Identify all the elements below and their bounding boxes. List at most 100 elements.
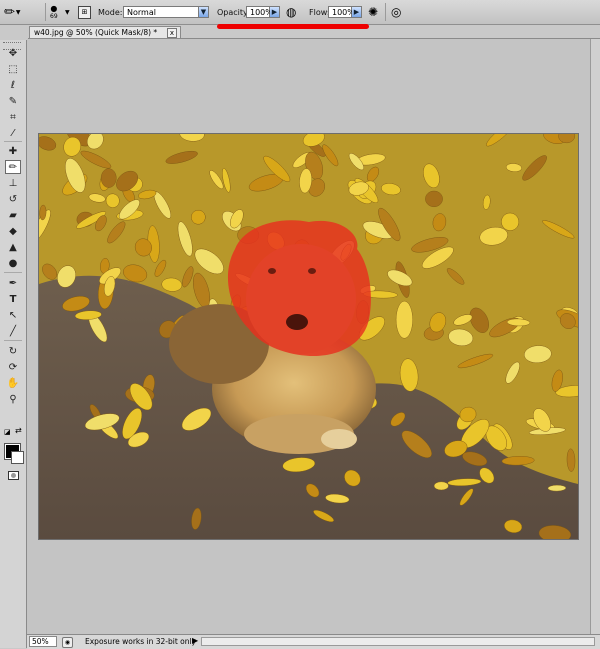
horizontal-scrollbar[interactable] bbox=[201, 637, 595, 646]
document-tab[interactable]: w40.jpg @ 50% (Quick Mask/8) * x bbox=[29, 26, 181, 38]
brush-tip-icon: ● bbox=[50, 3, 58, 13]
eraser-tool-icon: ▰ bbox=[9, 209, 17, 221]
marquee-tool-icon: ⬚ bbox=[8, 63, 18, 75]
dodge-tool-button[interactable]: ● bbox=[5, 256, 21, 270]
options-bar: ✏ ▼ ● 69 ▼ ⊞ Mode: Normal ▼ Opacity: 100… bbox=[0, 0, 600, 25]
opacity-value: 100% bbox=[246, 6, 273, 18]
flow-input[interactable]: 100% ▶ bbox=[328, 0, 362, 24]
chevron-down-icon: ▼ bbox=[15, 8, 21, 16]
marquee-tool-button[interactable]: ⬚ bbox=[5, 62, 21, 76]
toggle-brush-panel-button[interactable]: ⊞ bbox=[78, 0, 91, 24]
eraser-tool-button[interactable]: ▰ bbox=[5, 208, 21, 222]
move-tool-button[interactable]: ✥ bbox=[5, 46, 21, 60]
lasso-tool-button[interactable]: ℓ bbox=[5, 78, 21, 92]
move-tool-icon: ✥ bbox=[8, 47, 18, 59]
line-tool-icon: ╱ bbox=[9, 325, 17, 337]
chevron-right-icon: ▶ bbox=[352, 6, 362, 18]
quick-selection-tool-icon: ✎ bbox=[8, 95, 18, 107]
brush-tool-button[interactable]: ✏ bbox=[5, 160, 21, 174]
dodge-tool-icon: ● bbox=[8, 257, 18, 269]
opacity-label: Opacity: bbox=[217, 7, 250, 17]
zoom-tool-button[interactable]: ⚲ bbox=[5, 392, 21, 406]
status-message: Exposure works in 32-bit only bbox=[85, 637, 197, 646]
tools-panel: ✥ ⬚ ℓ ✎ ⌗ ⁄ ✚ ✏ ⊥ ↺ ▰ ◆ ▲ ● ✒ T ↖ ╱ ↻ ⟳ … bbox=[0, 40, 27, 648]
close-icon[interactable]: x bbox=[167, 28, 177, 38]
chevron-right-icon: ▶ bbox=[270, 6, 280, 18]
paint-bucket-tool-button[interactable]: ◆ bbox=[5, 224, 21, 238]
clone-stamp-tool-icon: ⊥ bbox=[8, 177, 18, 189]
mode-select-value: Normal bbox=[123, 6, 199, 18]
3d-orbit-tool-icon: ⟳ bbox=[8, 361, 18, 373]
hand-tool-icon: ✋ bbox=[6, 377, 20, 389]
eyedropper-tool-icon: ⁄ bbox=[12, 127, 14, 139]
vertical-scrollbar[interactable] bbox=[590, 39, 600, 634]
brush-panel-icon: ⊞ bbox=[78, 5, 91, 19]
blur-tool-icon: ▲ bbox=[9, 241, 17, 253]
leaf bbox=[395, 300, 413, 339]
background-color-swatch[interactable] bbox=[11, 451, 24, 464]
3d-rotate-tool-button[interactable]: ↻ bbox=[5, 344, 21, 358]
chevron-down-icon: ▼ bbox=[199, 6, 209, 18]
separator bbox=[45, 3, 46, 21]
airbrush-icon: ✺ bbox=[368, 5, 379, 19]
dog-in-leaves-photo bbox=[39, 134, 578, 539]
paint-bucket-tool-icon: ◆ bbox=[9, 225, 17, 237]
path-selection-tool-button[interactable]: ↖ bbox=[5, 308, 21, 322]
flow-value: 100% bbox=[328, 6, 355, 18]
tablet-pressure-size-button[interactable]: ◎ bbox=[391, 0, 401, 24]
flow-label: Flow: bbox=[309, 7, 330, 17]
separator bbox=[4, 340, 22, 341]
lasso-tool-icon: ℓ bbox=[10, 79, 16, 91]
line-tool-button[interactable]: ╱ bbox=[5, 324, 21, 338]
crop-tool-icon: ⌗ bbox=[10, 111, 16, 123]
history-brush-tool-button[interactable]: ↺ bbox=[5, 192, 21, 206]
brush-tool-icon: ✏ bbox=[4, 4, 15, 20]
swap-colors-icon[interactable]: ⇄ bbox=[15, 426, 22, 435]
leaf bbox=[547, 484, 567, 492]
document-info-icon[interactable]: ◉ bbox=[62, 637, 73, 648]
quick-mask-button[interactable] bbox=[5, 468, 21, 482]
3d-rotate-tool-icon: ↻ bbox=[8, 345, 18, 357]
airbrush-button[interactable]: ✺ bbox=[368, 0, 378, 24]
leaf bbox=[425, 190, 443, 208]
blur-tool-button[interactable]: ▲ bbox=[5, 240, 21, 254]
separator bbox=[385, 3, 386, 21]
separator bbox=[4, 272, 22, 273]
chevron-down-icon: ▼ bbox=[65, 8, 70, 16]
history-brush-tool-icon: ↺ bbox=[8, 193, 18, 205]
path-selection-tool-icon: ↖ bbox=[8, 309, 18, 321]
default-colors-icon[interactable]: ◪ bbox=[4, 428, 11, 436]
pen-tool-icon: ✒ bbox=[8, 277, 18, 289]
brush-tool-icon: ✏ bbox=[8, 161, 18, 173]
quick-selection-tool-button[interactable]: ✎ bbox=[5, 94, 21, 108]
clone-stamp-tool-button[interactable]: ⊥ bbox=[5, 176, 21, 190]
separator bbox=[4, 141, 22, 142]
status-menu-arrow-icon[interactable]: ▶ bbox=[192, 636, 198, 645]
opacity-input[interactable]: 100% ▶ bbox=[246, 0, 280, 24]
pressure-size-icon: ◎ bbox=[391, 5, 402, 19]
tool-preset-picker[interactable]: ✏ ▼ bbox=[4, 0, 21, 24]
eyedropper-tool-button[interactable]: ⁄ bbox=[5, 126, 21, 140]
document-canvas-image[interactable] bbox=[39, 134, 578, 539]
crop-tool-button[interactable]: ⌗ bbox=[5, 110, 21, 124]
leaf bbox=[100, 168, 117, 188]
type-tool-icon: T bbox=[9, 293, 17, 305]
healing-brush-tool-icon: ✚ bbox=[8, 145, 18, 157]
status-bar: 50% ◉ Exposure works in 32-bit only ▶ bbox=[27, 634, 600, 649]
mode-select[interactable]: Normal ▼ bbox=[123, 0, 209, 24]
zoom-level-input[interactable]: 50% bbox=[29, 636, 57, 647]
healing-brush-tool-button[interactable]: ✚ bbox=[5, 144, 21, 158]
hand-tool-button[interactable]: ✋ bbox=[5, 376, 21, 390]
document-tab-title: w40.jpg @ 50% (Quick Mask/8) * bbox=[34, 28, 158, 37]
mode-label: Mode: bbox=[98, 7, 123, 17]
type-tool-button[interactable]: T bbox=[5, 292, 21, 306]
zoom-tool-icon: ⚲ bbox=[9, 393, 17, 405]
brush-picker-arrow[interactable]: ▼ bbox=[65, 0, 70, 24]
pen-tool-button[interactable]: ✒ bbox=[5, 276, 21, 290]
3d-orbit-tool-button[interactable]: ⟳ bbox=[5, 360, 21, 374]
pressure-pen-icon: ◍ bbox=[286, 5, 297, 19]
tablet-pressure-opacity-button[interactable]: ◍ bbox=[286, 0, 296, 24]
brush-size-picker[interactable]: ● 69 bbox=[50, 0, 58, 24]
leaf bbox=[433, 481, 449, 491]
brush-size-value: 69 bbox=[50, 12, 58, 20]
